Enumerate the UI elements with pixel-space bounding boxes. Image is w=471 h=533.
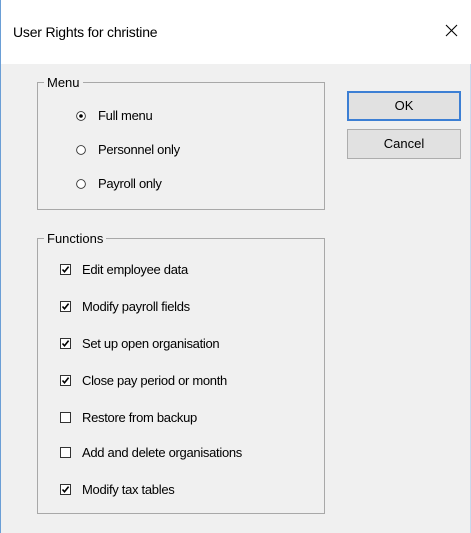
close-icon <box>445 24 458 37</box>
radio-label: Payroll only <box>98 176 162 191</box>
user-rights-dialog: User Rights for christine Menu Full menu… <box>0 0 471 533</box>
checkmark-icon <box>61 377 70 385</box>
checkbox-label: Set up open organisation <box>82 336 220 351</box>
radio-label: Full menu <box>98 108 153 123</box>
cancel-button[interactable]: Cancel <box>347 129 461 159</box>
checkbox-label: Close pay period or month <box>82 373 227 388</box>
checkbox-box <box>60 484 71 495</box>
window-title: User Rights for christine <box>13 24 158 40</box>
checkbox-box <box>60 375 71 386</box>
menu-groupbox: Menu Full menu Personnel only Payroll on… <box>37 75 325 210</box>
checkmark-icon <box>61 486 70 494</box>
radio-label: Personnel only <box>98 142 180 157</box>
functions-group-label: Functions <box>44 231 107 246</box>
checkbox-label: Modify tax tables <box>82 482 175 497</box>
checkmark-icon <box>61 303 70 311</box>
checkbox-label: Modify payroll fields <box>82 299 190 314</box>
checkbox-box <box>60 447 71 458</box>
checkbox-label: Add and delete organisations <box>82 445 243 460</box>
checkbox-box <box>60 264 71 275</box>
menu-group-label: Menu <box>44 75 83 90</box>
functions-groupbox: Functions Edit employee data Modify payr… <box>37 231 325 514</box>
checkbox-box <box>60 338 71 349</box>
checkmark-icon <box>61 340 70 348</box>
close-button[interactable] <box>431 16 471 46</box>
checkmark-icon <box>61 266 70 274</box>
checkbox-box <box>60 412 71 423</box>
radio-unselected-icon <box>76 145 86 155</box>
checkbox-label: Edit employee data <box>82 262 188 277</box>
checkbox-label: Restore from backup <box>82 410 197 425</box>
title-bar: User Rights for christine <box>1 0 471 64</box>
ok-button[interactable]: OK <box>347 91 461 121</box>
checkbox-box <box>60 301 71 312</box>
radio-unselected-icon <box>76 179 86 189</box>
radio-selected-icon <box>76 111 86 121</box>
